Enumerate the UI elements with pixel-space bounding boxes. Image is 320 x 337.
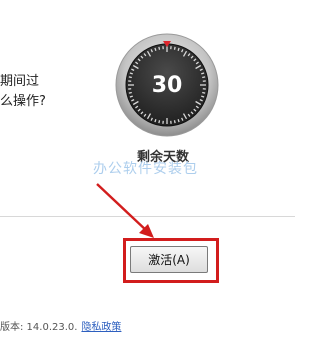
activate-button[interactable]: 激活(A) (130, 246, 208, 273)
watermark-text: 办公软件安装包 (93, 161, 198, 177)
activation-dialog: 期间过 么操作? 30 剩余天数 办公软件安装包 激活(A) 版本: 14.0.… (0, 0, 295, 337)
prompt-text-line-2: 么操作? (0, 94, 46, 109)
privacy-policy-link[interactable]: 隐私政策 (81, 322, 121, 333)
version-footer: 版本: 14.0.23.0. 隐私政策 (0, 318, 121, 333)
version-text: 版本: 14.0.23.0. (0, 322, 78, 333)
remaining-days-value: 30 (151, 72, 183, 98)
countdown-dial: 30 (114, 32, 220, 138)
prompt-text-line-1: 期间过 (0, 74, 40, 89)
separator-line (0, 216, 295, 217)
